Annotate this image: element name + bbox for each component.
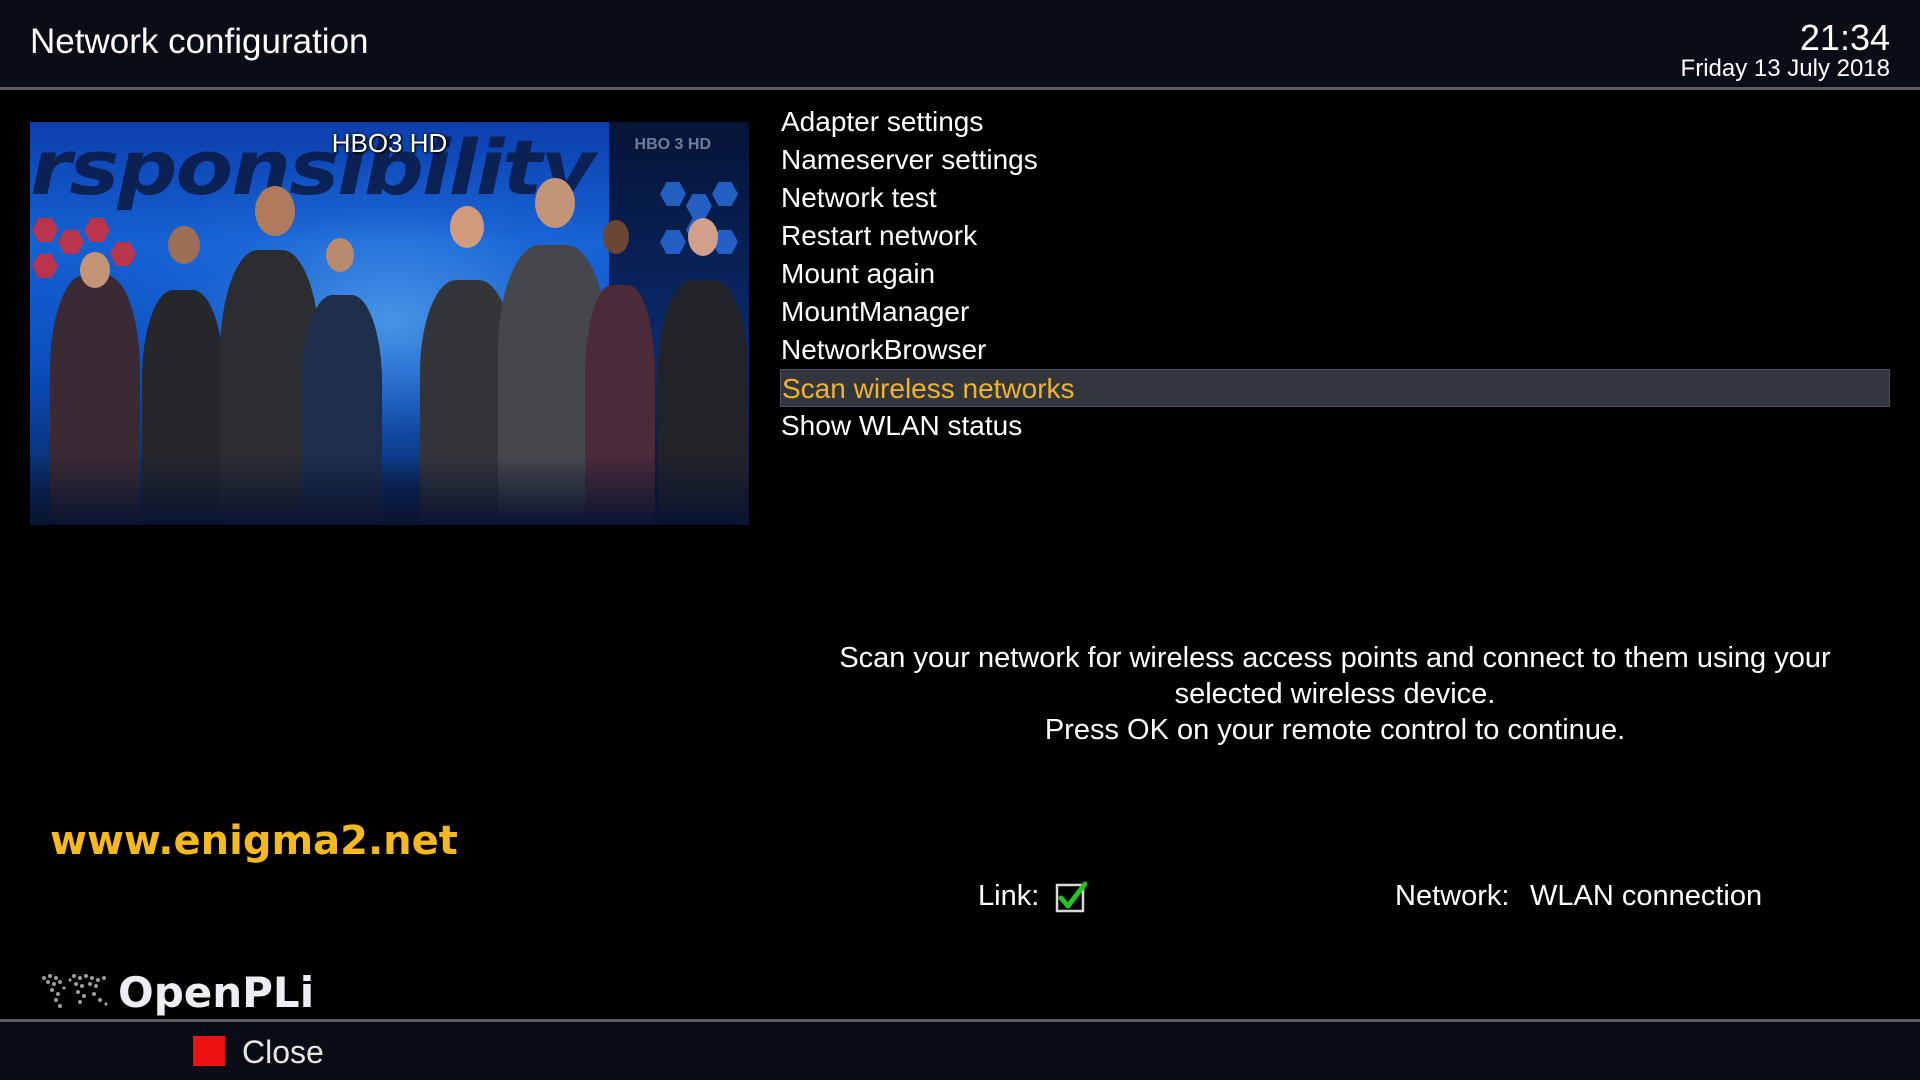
- tv-preview: rsponsibility HBO3 HD HBO 3 HD: [30, 122, 749, 525]
- network-menu: Adapter settings Nameserver settings Net…: [780, 103, 1890, 445]
- red-key-icon: [193, 1036, 225, 1066]
- stage-hexagon: [58, 230, 84, 254]
- menu-item-mount-manager[interactable]: MountManager: [780, 293, 1890, 331]
- link-label: Link:: [978, 880, 1040, 912]
- person-head: [450, 206, 484, 248]
- screen: Network configuration 21:34 Friday 13 Ju…: [0, 0, 1920, 1080]
- menu-item-show-wlan-status[interactable]: Show WLAN status: [780, 407, 1890, 445]
- menu-item-mount-again[interactable]: Mount again: [780, 255, 1890, 293]
- person-head: [80, 252, 110, 288]
- menu-item-network-test[interactable]: Network test: [780, 179, 1890, 217]
- description-line: Scan your network for wireless access po…: [839, 642, 1831, 674]
- clock-date: Friday 13 July 2018: [1680, 55, 1890, 82]
- stage-hexagon: [84, 218, 110, 242]
- channel-logo: HBO 3 HD: [634, 136, 711, 153]
- close-button[interactable]: Close: [242, 1034, 324, 1071]
- menu-item-scan-wireless-networks[interactable]: Scan wireless networks: [780, 369, 1890, 407]
- description-line: Press OK on your remote control to conti…: [1044, 714, 1626, 746]
- menu-item-restart-network[interactable]: Restart network: [780, 217, 1890, 255]
- clock-time: 21:34: [1799, 17, 1890, 58]
- person-head: [168, 226, 200, 264]
- stage-hexagon: [32, 218, 58, 242]
- person-head: [603, 220, 629, 254]
- menu-item-nameserver-settings[interactable]: Nameserver settings: [780, 141, 1890, 179]
- checkbox-checked-icon: [1055, 881, 1087, 913]
- menu-item-network-browser[interactable]: NetworkBrowser: [780, 331, 1890, 369]
- person-head: [535, 178, 575, 228]
- header-bar: Network configuration 21:34 Friday 13 Ju…: [0, 0, 1920, 90]
- page-title: Network configuration: [30, 22, 369, 61]
- watermark-url: www.enigma2.net: [50, 818, 458, 864]
- person-head: [688, 218, 718, 256]
- person-head: [326, 238, 354, 272]
- help-description: Scan your network for wireless access po…: [780, 640, 1890, 748]
- description-line: selected wireless device.: [1174, 678, 1496, 710]
- menu-item-adapter-settings[interactable]: Adapter settings: [780, 103, 1890, 141]
- person-head: [255, 186, 295, 236]
- stage-hexagon: [32, 254, 58, 278]
- footer-bar: Close: [0, 1019, 1920, 1080]
- world-map-icon: [42, 974, 108, 1008]
- brand-name: OpenPLi: [118, 968, 315, 1017]
- network-label: Network:: [1395, 880, 1510, 912]
- network-value: WLAN connection: [1530, 880, 1763, 912]
- stage-floor: [30, 455, 749, 525]
